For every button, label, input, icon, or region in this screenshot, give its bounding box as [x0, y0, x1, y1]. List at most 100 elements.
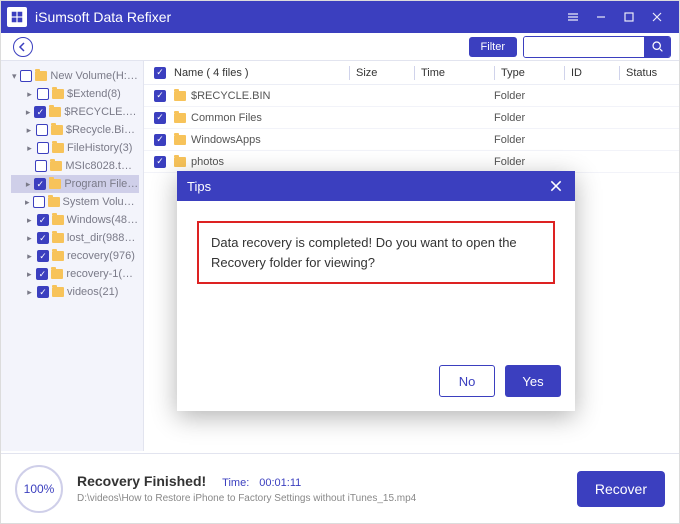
folder-icon	[174, 91, 186, 101]
file-name: Common Files	[191, 112, 262, 124]
checkbox[interactable]	[36, 268, 48, 280]
col-type[interactable]: Type	[494, 66, 564, 80]
footer: 100% Recovery Finished! Time: 00:01:11 D…	[1, 453, 679, 523]
maximize-button[interactable]	[615, 6, 643, 28]
search-button[interactable]	[644, 37, 670, 57]
checkbox[interactable]	[36, 124, 48, 136]
tree-item[interactable]: ▸lost_dir(98898)	[11, 229, 139, 247]
dialog-close-button[interactable]	[547, 177, 565, 195]
list-row[interactable]: $RECYCLE.BIN Folder	[144, 85, 679, 107]
tree-item[interactable]: ▸System Volume Information(79)	[11, 193, 139, 211]
col-status[interactable]: Status	[619, 66, 679, 80]
search-input[interactable]	[524, 37, 644, 57]
dialog-yes-button[interactable]: Yes	[505, 365, 561, 397]
list-row[interactable]: Common Files Folder	[144, 107, 679, 129]
dialog-message: Data recovery is completed! Do you want …	[197, 221, 555, 284]
folder-icon	[50, 161, 62, 171]
tree-label: $RECYCLE.BIN(105)	[64, 106, 139, 118]
checkbox[interactable]	[20, 70, 32, 82]
tree-item[interactable]: ▸recovery(976)	[11, 247, 139, 265]
tree-label: New Volume(H:)(249819)	[50, 70, 139, 82]
checkbox[interactable]	[34, 178, 46, 190]
checkbox[interactable]	[34, 106, 46, 118]
tree-item[interactable]: ▸$Recycle.Bin(31)	[11, 121, 139, 139]
tree-label: Windows(4868)	[67, 214, 139, 226]
folder-icon	[49, 179, 61, 189]
checkbox[interactable]	[154, 156, 166, 168]
time-value: 00:01:11	[259, 477, 301, 489]
tree-item[interactable]: MSIc8028.tmp(10)	[11, 157, 139, 175]
tree-label: System Volume Information(79)	[63, 196, 139, 208]
tree-label: lost_dir(98898)	[67, 232, 139, 244]
folder-icon	[174, 135, 186, 145]
checkbox[interactable]	[37, 88, 49, 100]
folder-icon	[52, 287, 64, 297]
checkbox[interactable]	[37, 232, 49, 244]
toolbar: Filter	[1, 33, 679, 61]
folder-icon	[174, 113, 186, 123]
tree-root[interactable]: ▾ New Volume(H:)(249819)	[11, 67, 139, 85]
tree-item[interactable]: ▸videos(21)	[11, 283, 139, 301]
checkbox[interactable]	[154, 112, 166, 124]
folder-icon	[51, 269, 63, 279]
col-size[interactable]: Size	[349, 66, 414, 80]
tree-label: $Extend(8)	[67, 88, 121, 100]
folder-icon	[52, 143, 64, 153]
checkbox[interactable]	[33, 196, 45, 208]
list-row[interactable]: WindowsAppsFolder	[144, 129, 679, 151]
footer-path: D:\videos\How to Restore iPhone to Facto…	[77, 493, 563, 504]
app-title: iSumsoft Data Refixer	[35, 9, 559, 25]
folder-icon	[52, 215, 64, 225]
checkbox[interactable]	[37, 214, 49, 226]
folder-icon	[174, 157, 186, 167]
app-logo	[7, 7, 27, 27]
list-header: Name ( 4 files ) Size Time Type ID Statu…	[144, 61, 679, 85]
filter-button[interactable]: Filter	[469, 37, 517, 57]
folder-icon	[51, 125, 63, 135]
file-type: Folder	[494, 90, 564, 102]
progress-percent: 100%	[24, 482, 55, 496]
tips-dialog: Tips Data recovery is completed! Do you …	[177, 171, 575, 411]
file-name: $RECYCLE.BIN	[191, 90, 270, 102]
folder-icon	[48, 197, 60, 207]
select-all-checkbox[interactable]	[154, 67, 166, 79]
col-name[interactable]: Name ( 4 files )	[174, 67, 349, 79]
folder-icon	[52, 251, 64, 261]
recover-button[interactable]: Recover	[577, 471, 665, 507]
checkbox[interactable]	[37, 250, 49, 262]
tree-item[interactable]: ▸recovery-1(378)	[11, 265, 139, 283]
folder-icon	[49, 107, 61, 117]
tree-item[interactable]: ▸FileHistory(3)	[11, 139, 139, 157]
tree-item[interactable]: ▸$Extend(8)	[11, 85, 139, 103]
folder-tree[interactable]: ▾ New Volume(H:)(249819) ▸$Extend(8)▸$RE…	[1, 61, 144, 451]
tree-item[interactable]: ▸Windows(4868)	[11, 211, 139, 229]
tree-label: recovery-1(378)	[66, 268, 139, 280]
menu-button[interactable]	[559, 6, 587, 28]
tree-item[interactable]: ▸Program Files(52543)	[11, 175, 139, 193]
folder-icon	[35, 71, 47, 81]
progress-ring: 100%	[15, 465, 63, 513]
dialog-no-button[interactable]: No	[439, 365, 495, 397]
footer-status: Recovery Finished!	[77, 473, 206, 489]
tree-label: MSIc8028.tmp(10)	[65, 160, 139, 172]
col-id[interactable]: ID	[564, 66, 619, 80]
folder-icon	[52, 233, 64, 243]
col-time[interactable]: Time	[414, 66, 494, 80]
checkbox[interactable]	[154, 134, 166, 146]
list-row[interactable]: photos Folder	[144, 151, 679, 173]
checkbox[interactable]	[35, 160, 47, 172]
checkbox[interactable]	[37, 286, 49, 298]
tree-item[interactable]: ▸$RECYCLE.BIN(105)	[11, 103, 139, 121]
tree-label: recovery(976)	[67, 250, 135, 262]
back-button[interactable]	[13, 37, 33, 57]
close-button[interactable]	[643, 6, 671, 28]
checkbox[interactable]	[37, 142, 49, 154]
checkbox[interactable]	[154, 90, 166, 102]
search-box	[523, 36, 671, 58]
title-bar: iSumsoft Data Refixer	[1, 1, 679, 33]
file-name: photos	[191, 156, 224, 168]
file-type: Folder	[494, 156, 564, 168]
minimize-button[interactable]	[587, 6, 615, 28]
file-type: Folder	[494, 112, 564, 124]
tree-label: videos(21)	[67, 286, 118, 298]
